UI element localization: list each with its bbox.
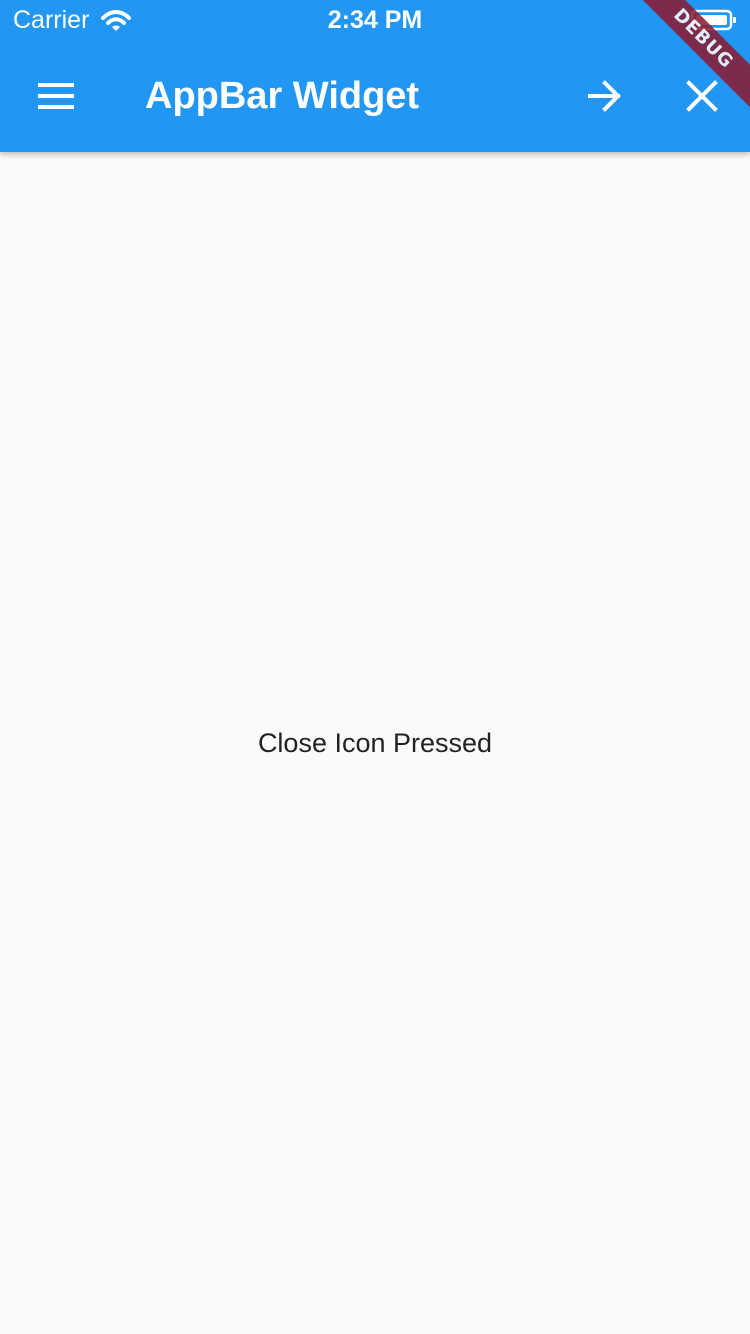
close-icon bbox=[686, 80, 718, 112]
battery-icon bbox=[690, 9, 736, 31]
status-time: 2:34 PM bbox=[327, 6, 423, 34]
app-bar: Carrier 2:34 PM AppBar Widget bbox=[0, 0, 750, 152]
menu-button[interactable] bbox=[24, 64, 88, 128]
arrow-forward-icon bbox=[588, 80, 621, 112]
main-content: Close Icon Pressed bbox=[0, 152, 750, 1334]
close-button[interactable] bbox=[670, 64, 734, 128]
menu-icon bbox=[38, 83, 74, 109]
forward-button[interactable] bbox=[573, 64, 637, 128]
status-bar: Carrier 2:34 PM bbox=[0, 0, 750, 40]
app-screen: Carrier 2:34 PM AppBar Widget DEBUG Clos… bbox=[0, 0, 750, 1334]
toolbar: AppBar Widget bbox=[0, 40, 750, 152]
status-message: Close Icon Pressed bbox=[257, 728, 493, 758]
page-title: AppBar Widget bbox=[145, 75, 420, 117]
